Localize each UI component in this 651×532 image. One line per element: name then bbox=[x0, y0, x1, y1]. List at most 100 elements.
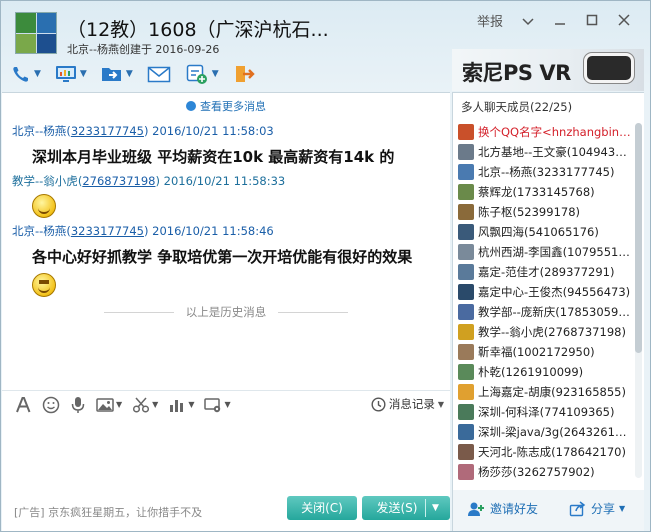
screen-share-icon bbox=[55, 64, 77, 84]
text-ad-link[interactable]: [广告] 京东疯狂星期五，让你措手不及 bbox=[14, 504, 202, 520]
minimize-icon[interactable] bbox=[544, 13, 576, 33]
member-panel-title: 多人聊天成员(22/25) bbox=[461, 100, 573, 114]
window-controls: 举报 bbox=[468, 13, 640, 33]
phone-button[interactable]: ▼ bbox=[11, 62, 41, 86]
member-footer: 邀请好友 分享 ▼ bbox=[452, 490, 644, 531]
font-icon[interactable] bbox=[14, 396, 32, 414]
member-item[interactable]: 教学部--庞新庆(1785305913) bbox=[453, 302, 633, 322]
member-name: 陈子枢(52399178) bbox=[478, 205, 581, 219]
member-item[interactable]: 教学--翁小虎(2768737198) bbox=[453, 322, 633, 342]
send-button[interactable]: 发送(S) ▼ bbox=[362, 496, 450, 520]
member-name: 深圳-何科泽(774109365) bbox=[478, 405, 615, 419]
member-item[interactable]: 天河北-陈志成(178642170) bbox=[453, 442, 633, 462]
window-title: （12教）1608（广深沪杭石... bbox=[67, 19, 329, 41]
message-sender: 北京--杨燕 bbox=[12, 124, 67, 138]
add-app-button[interactable]: ▼ bbox=[185, 62, 219, 86]
member-name: 靳幸福(1002172950) bbox=[478, 345, 595, 359]
member-name: 蔡辉龙(1733145768) bbox=[478, 185, 595, 199]
send-label: 发送(S) bbox=[376, 501, 418, 515]
member-avatar bbox=[458, 204, 474, 220]
member-item[interactable]: 蔡辉龙(1733145768) bbox=[453, 182, 633, 202]
member-item[interactable]: 北京--杨燕(3233177745) bbox=[453, 162, 633, 182]
exit-group-button[interactable] bbox=[233, 62, 255, 86]
message-time: 2016/10/21 11:58:03 bbox=[152, 124, 274, 138]
member-item[interactable]: 朴乾(1261910099) bbox=[453, 362, 633, 382]
member-avatar bbox=[458, 224, 474, 240]
message-sender: 教学--翁小虎 bbox=[12, 174, 78, 188]
history-clock-icon bbox=[371, 396, 386, 412]
chart-icon[interactable]: ▼ bbox=[168, 397, 194, 413]
group-avatar[interactable] bbox=[15, 12, 57, 54]
member-item[interactable]: 嘉定中心-王俊杰(94556473) bbox=[453, 282, 633, 302]
invite-label: 邀请好友 bbox=[490, 502, 539, 516]
file-transfer-icon bbox=[101, 64, 123, 84]
member-avatar bbox=[458, 464, 474, 480]
message-sender: 北京--杨燕 bbox=[12, 224, 67, 238]
group-subtitle: 北京--杨燕创建于 2016-09-26 bbox=[67, 43, 220, 56]
member-item[interactable]: 深圳-何科泽(774109365) bbox=[453, 402, 633, 422]
ad-banner-text: 索尼PS VR bbox=[462, 61, 571, 85]
message-header: 北京--杨燕(3233177745) 2016/10/21 11:58:03 bbox=[12, 124, 274, 138]
share-button[interactable]: 分享 ▼ bbox=[569, 500, 625, 517]
member-name: 嘉定中心-王俊杰(94556473) bbox=[478, 285, 631, 299]
member-avatar bbox=[458, 424, 474, 440]
input-toolbar: ▼ ▼ ▼ ▼ 消息记录 ▼ bbox=[2, 390, 450, 418]
file-transfer-button[interactable]: ▼ bbox=[101, 62, 133, 86]
settings-icon[interactable]: ▼ bbox=[204, 397, 231, 413]
message-time: 2016/10/21 11:58:33 bbox=[163, 174, 286, 188]
scroll-thumb[interactable] bbox=[635, 123, 642, 353]
member-avatar bbox=[458, 344, 474, 360]
member-item[interactable]: 杭州西湖-李国鑫(1079551947) bbox=[453, 242, 633, 262]
sender-qq-link[interactable]: 3233177745 bbox=[71, 124, 144, 138]
send-options-chevron-icon[interactable]: ▼ bbox=[432, 496, 439, 520]
member-item[interactable]: 换个QQ名字<hnzhangbin@1... bbox=[453, 122, 633, 142]
member-item[interactable]: 靳幸福(1002172950) bbox=[453, 342, 633, 362]
sender-qq-link[interactable]: 2768737198 bbox=[82, 174, 155, 188]
more-messages-label: 查看更多消息 bbox=[200, 100, 266, 113]
image-icon[interactable]: ▼ bbox=[96, 397, 122, 413]
member-item[interactable]: 嘉定-范佳才(289377291) bbox=[453, 262, 633, 282]
member-name: 杨莎莎(3262757902) bbox=[478, 465, 595, 479]
member-avatar bbox=[458, 304, 474, 320]
member-scrollbar[interactable] bbox=[635, 123, 642, 478]
member-name: 教学--翁小虎(2768737198) bbox=[478, 325, 626, 339]
chevron-down-icon[interactable] bbox=[512, 13, 544, 33]
message-area: 查看更多消息 北京--杨燕(3233177745) 2016/10/21 11:… bbox=[2, 92, 450, 390]
member-item[interactable]: 深圳-梁java/3g(2643261519) bbox=[453, 422, 633, 442]
member-name: 嘉定-范佳才(289377291) bbox=[478, 265, 615, 279]
member-avatar bbox=[458, 324, 474, 340]
member-panel: 多人聊天成员(22/25) 换个QQ名字<hnzhangbin@1... 北方基地… bbox=[452, 92, 644, 490]
report-button[interactable]: 举报 bbox=[468, 13, 512, 33]
mail-button[interactable] bbox=[147, 62, 171, 86]
maximize-icon[interactable] bbox=[576, 13, 608, 33]
member-item[interactable]: 杨莎莎(3262757902) bbox=[453, 462, 633, 482]
member-item[interactable]: 风飘四海(541065176) bbox=[453, 222, 633, 242]
emoji-icon[interactable] bbox=[42, 396, 60, 414]
member-avatar bbox=[458, 284, 474, 300]
member-avatar bbox=[458, 384, 474, 400]
member-avatar bbox=[458, 144, 474, 160]
member-item[interactable]: 陈子枢(52399178) bbox=[453, 202, 633, 222]
member-avatar bbox=[458, 264, 474, 280]
main-toolbar: ▼ ▼ ▼ ▼ bbox=[11, 61, 269, 87]
ad-banner[interactable]: 索尼PS VR bbox=[452, 49, 644, 91]
microphone-icon[interactable] bbox=[70, 396, 86, 414]
close-icon[interactable] bbox=[608, 13, 640, 33]
close-button[interactable]: 关闭(C) bbox=[287, 496, 357, 520]
member-name: 上海嘉定-胡康(923165855) bbox=[478, 385, 626, 399]
member-item[interactable]: 上海嘉定-胡康(923165855) bbox=[453, 382, 633, 402]
sender-qq-link[interactable]: 3233177745 bbox=[71, 224, 144, 238]
member-item[interactable]: 北方基地--王文豪(10494308... bbox=[453, 142, 633, 162]
screen-share-button[interactable]: ▼ bbox=[55, 62, 87, 86]
message-history-button[interactable]: 消息记录 ▼ bbox=[371, 396, 444, 412]
member-avatar bbox=[458, 184, 474, 200]
member-avatar bbox=[458, 364, 474, 380]
message-input[interactable] bbox=[2, 418, 450, 491]
member-avatar bbox=[458, 244, 474, 260]
scissors-icon[interactable]: ▼ bbox=[132, 396, 158, 414]
member-name: 风飘四海(541065176) bbox=[478, 225, 599, 239]
member-name: 教学部--庞新庆(1785305913) bbox=[478, 305, 633, 319]
invite-friends-button[interactable]: 邀请好友 bbox=[467, 500, 538, 517]
more-messages-link[interactable]: 查看更多消息 bbox=[2, 98, 450, 114]
member-name: 杭州西湖-李国鑫(1079551947) bbox=[478, 245, 633, 259]
